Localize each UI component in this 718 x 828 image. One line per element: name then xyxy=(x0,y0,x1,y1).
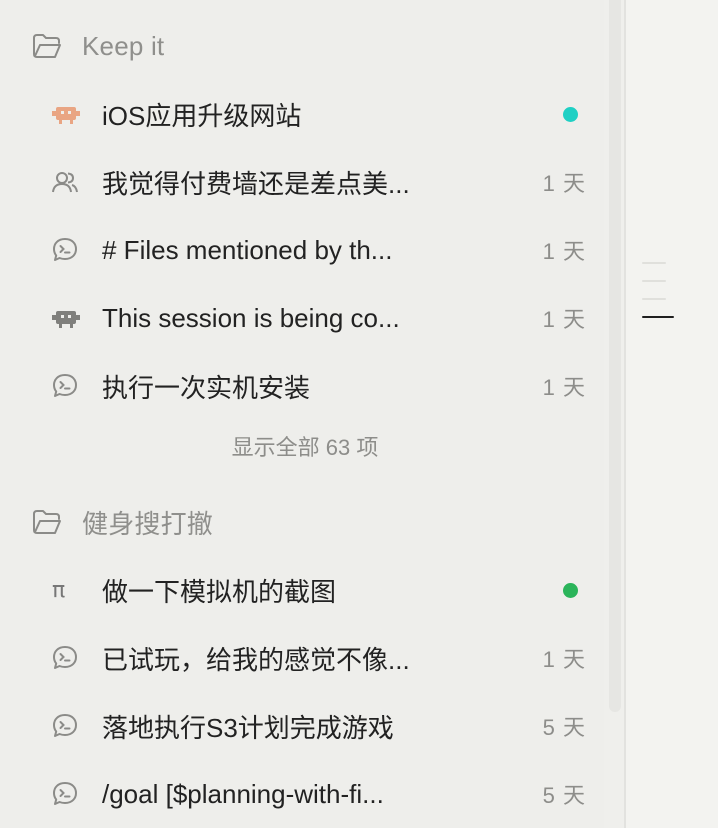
chat-terminal-icon xyxy=(40,643,92,673)
session-item[interactable]: # Files mentioned by th... 1 天 xyxy=(40,225,600,275)
session-item[interactable]: 已试玩，给我的感觉不像... 1 天 xyxy=(40,633,600,683)
status-dot-active xyxy=(563,582,578,598)
session-title: /goal [$planning-with-fi... xyxy=(102,778,384,809)
session-item[interactable]: 落地执行S3计划完成游戏 5 天 xyxy=(40,701,600,751)
chat-terminal-icon xyxy=(40,235,92,265)
chat-terminal-icon xyxy=(40,779,92,809)
session-age: 1 天 xyxy=(542,375,586,400)
session-title: 做一下模拟机的截图 xyxy=(102,576,337,607)
scrollbar-thumb[interactable] xyxy=(609,0,621,712)
chat-terminal-icon xyxy=(40,371,92,401)
session-age: 5 天 xyxy=(542,783,586,808)
session-title: 落地执行S3计划完成游戏 xyxy=(102,712,394,743)
minimap-line[interactable] xyxy=(642,262,666,264)
session-title: 已试玩，给我的感觉不像... xyxy=(102,644,410,675)
session-title: iOS应用升级网站 xyxy=(102,100,302,131)
status-dot-active xyxy=(563,106,578,122)
session-item[interactable]: 我觉得付费墙还是差点美... 1 天 xyxy=(40,157,600,207)
session-item[interactable]: 执行一次实机安装 1 天 xyxy=(40,361,600,411)
group-header-keep-it[interactable]: Keep it xyxy=(32,26,164,66)
session-age: 1 天 xyxy=(542,171,586,196)
pi-icon: π xyxy=(40,575,92,605)
session-title: # Files mentioned by th... xyxy=(102,234,393,265)
group-title: 健身搜打撤 xyxy=(82,508,214,539)
minimap-line[interactable] xyxy=(642,298,666,300)
session-title: This session is being co... xyxy=(102,302,400,333)
session-item[interactable]: iOS应用升级网站 xyxy=(40,89,600,139)
group-header-fitness[interactable]: 健身搜打撤 xyxy=(32,502,213,542)
session-age: 5 天 xyxy=(542,715,586,740)
pi-glyph: π xyxy=(52,577,66,603)
session-age: 1 天 xyxy=(542,307,586,332)
robot-icon xyxy=(40,303,92,333)
folder-open-icon xyxy=(32,33,62,59)
folder-open-icon xyxy=(32,509,62,535)
session-item[interactable]: π 做一下模拟机的截图 xyxy=(40,565,600,615)
session-age: 1 天 xyxy=(542,647,586,672)
right-pane xyxy=(626,0,718,828)
session-item[interactable]: This session is being co... 1 天 xyxy=(40,293,600,343)
group-title: Keep it xyxy=(82,30,165,61)
people-icon xyxy=(40,167,92,197)
minimap-line[interactable] xyxy=(642,280,666,282)
robot-icon xyxy=(40,99,92,129)
minimap[interactable] xyxy=(642,262,674,334)
session-age: 1 天 xyxy=(542,239,586,264)
session-item[interactable]: /goal [$planning-with-fi... 5 天 xyxy=(40,769,600,819)
show-all-link[interactable]: 显示全部 63 项 xyxy=(0,430,610,462)
session-title: 执行一次实机安装 xyxy=(102,372,311,403)
session-title: 我觉得付费墙还是差点美... xyxy=(102,168,410,199)
minimap-line-active[interactable] xyxy=(642,316,674,318)
chat-terminal-icon xyxy=(40,711,92,741)
